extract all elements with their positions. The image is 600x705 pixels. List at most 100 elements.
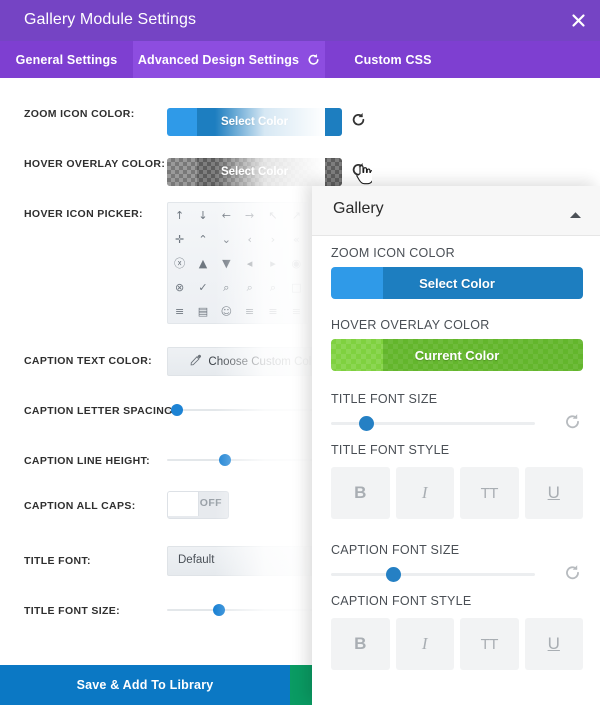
zoom-icon[interactable]: ⌕ — [261, 275, 284, 299]
bold-button[interactable]: B — [331, 467, 390, 519]
italic-button[interactable]: I — [395, 618, 454, 670]
overlay-hover-overlay-color-button[interactable]: Current Color — [331, 339, 583, 371]
uppercase-button[interactable]: TT — [460, 467, 519, 519]
slider-knob[interactable] — [213, 604, 225, 616]
chevron-up-icon[interactable]: ⌃ — [191, 227, 214, 251]
circle-triangle-icon[interactable]: ◉ — [285, 251, 308, 275]
hover-overlay-color-button[interactable]: Select Color — [167, 158, 342, 186]
arrow-up-left-icon[interactable]: ↖ — [261, 203, 284, 227]
underline-button-label: U — [547, 634, 560, 653]
tab-custom-css[interactable]: Custom CSS — [325, 41, 461, 78]
uppercase-button-label: TT — [480, 484, 499, 502]
triangle-left-icon[interactable]: ◂ — [238, 251, 261, 275]
overlay-label-title-font-size: TITLE FONT SIZE — [331, 392, 438, 406]
triangle-up-icon[interactable]: ▲ — [191, 251, 214, 275]
save-and-add-to-library-button[interactable]: Save & Add To Library — [0, 665, 290, 705]
square-icon[interactable]: □ — [285, 275, 308, 299]
bold-button[interactable]: B — [331, 618, 390, 670]
circle-x-icon[interactable]: ⓧ — [168, 251, 191, 275]
document-icon[interactable]: ▤ — [191, 299, 214, 323]
label-title-font: TITLE FONT: — [24, 555, 91, 567]
list-icon[interactable]: ≡ — [168, 299, 191, 323]
zoom-in-icon[interactable]: ⌕ — [238, 275, 261, 299]
label-caption-text-color: CAPTION TEXT COLOR: — [24, 355, 152, 367]
search-left-icon[interactable]: ⌕ — [215, 275, 238, 299]
page-title: Gallery Module Settings — [24, 11, 197, 28]
tab-custom-css-label: Custom CSS — [354, 52, 432, 67]
label-zoom-icon-color: ZOOM ICON COLOR: — [24, 108, 135, 120]
italic-button[interactable]: I — [395, 467, 454, 519]
underline-button[interactable]: U — [524, 467, 583, 519]
overlay-label-title-font-style: TITLE FONT STYLE — [331, 443, 450, 457]
overlay-zoom-icon-color-button[interactable]: Select Color — [331, 267, 583, 299]
eyedropper-icon — [189, 354, 202, 370]
reset-icon — [564, 565, 581, 585]
modal-titlebar: Gallery Module Settings — [0, 0, 600, 41]
label-caption-letter-spacing: CAPTION LETTER SPACING: — [24, 405, 177, 417]
zoom-icon-color-button[interactable]: Select Color — [167, 108, 342, 136]
move-icon[interactable]: ✛ — [168, 227, 191, 251]
slider-knob[interactable] — [386, 567, 401, 582]
hover-overlay-color-button-label: Select Color — [220, 166, 289, 178]
overlay-title-font-size-slider[interactable] — [331, 415, 535, 431]
uppercase-button-label: TT — [480, 635, 499, 653]
slider-knob[interactable] — [171, 404, 183, 416]
title-font-value: Default — [178, 554, 215, 566]
overlay-reset-title-font-size-button[interactable] — [564, 413, 581, 435]
reset-icon — [351, 112, 366, 131]
gallery-panel-title: Gallery — [333, 200, 384, 217]
toggle-knob — [168, 492, 199, 516]
label-hover-icon-picker: HOVER ICON PICKER: — [24, 208, 143, 220]
overlay-label-caption-font-style: CAPTION FONT STYLE — [331, 594, 472, 608]
slider-knob[interactable] — [359, 416, 374, 431]
check-circle-icon[interactable]: ✓ — [191, 275, 214, 299]
arrow-up-right-icon[interactable]: ↗ — [285, 203, 308, 227]
tab-advanced-design-settings-label: Advanced Design Settings — [137, 52, 300, 67]
bold-button-label: B — [354, 483, 367, 502]
tab-bar: General Settings Advanced Design Setting… — [0, 41, 600, 78]
slider-knob[interactable] — [219, 454, 231, 466]
gallery-panel-body: ZOOM ICON COLOR Select Color HOVER OVERL… — [312, 235, 600, 705]
bold-button-label: B — [354, 634, 367, 653]
arrow-left-icon[interactable]: ← — [215, 203, 238, 227]
reset-zoom-icon-color-button[interactable] — [351, 112, 366, 132]
gallery-panel-header: Gallery — [312, 186, 600, 236]
caption-all-caps-toggle[interactable]: OFF — [167, 491, 229, 519]
gallery-overlay-panel: Gallery ZOOM ICON COLOR Select Color HOV… — [312, 186, 600, 705]
chevron-left-icon[interactable]: ‹ — [238, 227, 261, 251]
arrow-down-icon[interactable]: ↓ — [191, 203, 214, 227]
label-hover-overlay-color: HOVER OVERLAY COLOR: — [24, 158, 166, 170]
collapse-panel-button[interactable] — [569, 206, 582, 224]
overlay-reset-caption-font-size-button[interactable] — [564, 564, 581, 586]
arrow-right-icon[interactable]: → — [238, 203, 261, 227]
underline-button[interactable]: U — [524, 618, 583, 670]
close-button[interactable] — [558, 0, 600, 41]
chevron-up-icon — [569, 206, 582, 223]
tab-advanced-design-settings[interactable]: Advanced Design Settings — [133, 41, 325, 78]
gallery-module-settings-modal: Gallery Module Settings General Settings… — [0, 0, 600, 705]
align-right-icon[interactable]: ≡ — [261, 299, 284, 323]
triangle-down-icon[interactable]: ▼ — [215, 251, 238, 275]
arrow-up-icon[interactable]: ↑ — [168, 203, 191, 227]
footer-accent-strip — [290, 665, 312, 705]
chevron-right-icon[interactable]: › — [261, 227, 284, 251]
overlay-caption-font-size-slider[interactable] — [331, 566, 535, 582]
overlay-hover-overlay-color-label: Current Color — [414, 347, 500, 363]
smiley-icon[interactable]: ☺ — [215, 299, 238, 323]
chevron-down-icon[interactable]: ⌄ — [215, 227, 238, 251]
zoom-icon-color-button-label: Select Color — [220, 116, 289, 128]
toggle-state-label: OFF — [199, 497, 222, 509]
uppercase-button[interactable]: TT — [460, 618, 519, 670]
align-left-icon[interactable]: ≡ — [238, 299, 261, 323]
reset-hover-overlay-color-button[interactable] — [351, 162, 366, 182]
tab-general-settings[interactable]: General Settings — [0, 41, 133, 78]
close-circle-icon[interactable]: ⊗ — [168, 275, 191, 299]
hover-icon-picker-grid[interactable]: ↑ ↓ ← → ↖ ↗ ✛ ⌃ ⌄ ‹ › «ⓧ ▲ ▼ ◂ ▸ ◉ ⊗ ✓ ⌕ ⌕ ⌕ □ ≡ ▤ ☺ ≡ ≡ ≡ — [167, 202, 309, 324]
save-button-label: Save & Add To Library — [76, 678, 214, 692]
reset-icon — [351, 162, 366, 181]
reset-icon[interactable] — [307, 53, 320, 66]
sliders-icon[interactable]: ≡ — [285, 299, 308, 323]
chevrons-up-icon[interactable]: « — [285, 227, 308, 251]
label-title-font-size: TITLE FONT SIZE: — [24, 605, 121, 617]
triangle-right-icon[interactable]: ▸ — [261, 251, 284, 275]
